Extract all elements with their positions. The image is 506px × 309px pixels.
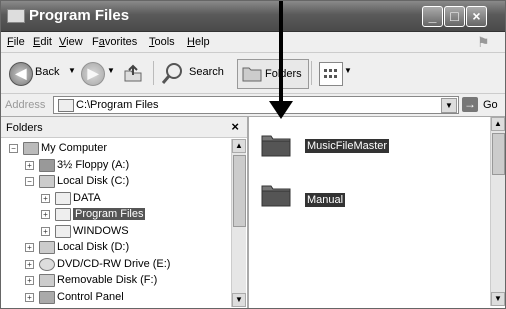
- scroll-up-icon[interactable]: ▲: [491, 117, 505, 131]
- tree-item[interactable]: + Removable Disk (F:): [1, 273, 229, 289]
- tree-item[interactable]: + Program Files: [1, 207, 229, 223]
- back-dropdown-icon[interactable]: ▼: [68, 66, 76, 75]
- tree-item[interactable]: +3½ Floppy (A:): [1, 158, 229, 174]
- folder-icon: [7, 9, 25, 23]
- windows-logo-icon: ⚑: [477, 34, 490, 50]
- floppy-icon: [39, 158, 55, 172]
- scroll-down-icon[interactable]: ▼: [491, 292, 505, 306]
- expand-icon[interactable]: +: [41, 226, 50, 236]
- scroll-thumb[interactable]: [492, 133, 505, 175]
- menu-bar: File Edit View Favorites Tools Help ⚑: [1, 32, 505, 53]
- folder-item-musicfilemaster[interactable]: MusicFileMaster: [305, 139, 390, 153]
- folder-icon[interactable]: [261, 131, 291, 157]
- expand-icon[interactable]: +: [41, 210, 50, 219]
- control-panel-icon: [39, 290, 55, 304]
- tree-item[interactable]: − My Computer: [1, 141, 229, 157]
- folders-scrollbar[interactable]: ▲ ▼: [231, 139, 246, 307]
- address-bar: Address C:\Program Files ▼ → Go: [1, 94, 505, 117]
- folder-icon[interactable]: [261, 181, 291, 207]
- address-label: Address: [5, 99, 46, 111]
- folders-pane-title: Folders: [6, 122, 43, 134]
- computer-icon: [23, 142, 39, 155]
- annotation-arrow-shaft: [279, 1, 283, 106]
- tree-item-label: Removable Disk (F:): [57, 274, 158, 286]
- folder-icon: [55, 224, 71, 238]
- scroll-down-icon[interactable]: ▼: [232, 293, 246, 307]
- tree-item[interactable]: + Local Disk (D:): [1, 240, 229, 256]
- up-folder-icon[interactable]: [123, 63, 143, 83]
- tree-item-label: DVD/CD-RW Drive (E:): [57, 257, 171, 270]
- tree-item-label: Local Disk (D:): [57, 241, 130, 253]
- views-dropdown-icon[interactable]: ▼: [344, 66, 352, 75]
- expand-icon[interactable]: +: [25, 276, 34, 285]
- close-icon[interactable]: ×: [231, 119, 239, 134]
- forward-arrow-icon[interactable]: ▶: [81, 62, 105, 86]
- minimize-button[interactable]: _: [422, 6, 443, 27]
- scroll-thumb[interactable]: [233, 155, 246, 227]
- tree-item-label: Program Files: [73, 208, 146, 220]
- tree-item-label: DATA: [73, 191, 101, 204]
- tree-item[interactable]: − Local Disk (C:): [1, 174, 229, 190]
- back-button[interactable]: Back: [35, 66, 59, 78]
- folders-pane-header: Folders ×: [1, 117, 247, 138]
- folder-icon: [55, 208, 71, 221]
- tree-item-label: My Computer: [41, 142, 108, 154]
- menu-favorites[interactable]: Favorites: [92, 36, 137, 48]
- expand-icon[interactable]: +: [25, 243, 34, 252]
- folder-icon: [55, 191, 71, 205]
- back-arrow-icon[interactable]: ◀: [9, 62, 33, 86]
- menu-view[interactable]: View: [59, 36, 83, 48]
- expand-icon[interactable]: +: [25, 292, 34, 302]
- collapse-icon[interactable]: −: [9, 144, 18, 153]
- folders-icon: [242, 67, 262, 82]
- go-arrow-icon[interactable]: →: [462, 97, 478, 112]
- expand-icon[interactable]: +: [41, 193, 50, 203]
- toolbar-separator: [153, 61, 154, 85]
- tree-item[interactable]: + Control Panel: [1, 290, 229, 306]
- menu-file[interactable]: File: [7, 36, 25, 48]
- tree-item-label: 3½ Floppy (A:): [57, 158, 130, 171]
- menu-edit[interactable]: Edit: [33, 36, 52, 48]
- menu-help[interactable]: Help: [187, 36, 210, 48]
- title-bar[interactable]: Program Files _ □ ×: [1, 1, 505, 32]
- search-button[interactable]: Search: [189, 66, 224, 78]
- menu-tools[interactable]: Tools: [149, 36, 175, 48]
- disk-icon: [39, 241, 55, 254]
- tree-item[interactable]: + WINDOWS: [1, 224, 229, 240]
- address-dropdown-icon[interactable]: ▼: [441, 98, 457, 113]
- tree-item-label: Local Disk (C:): [57, 175, 130, 187]
- close-button[interactable]: ×: [466, 6, 487, 27]
- expand-icon[interactable]: +: [25, 160, 34, 170]
- annotation-arrow-icon: [269, 101, 293, 119]
- tree-item[interactable]: + DATA: [1, 191, 229, 207]
- folders-pane: Folders × − My Computer +3½ Floppy (A:) − Lo…: [1, 117, 249, 308]
- window-title: Program Files: [29, 7, 130, 24]
- forward-dropdown-icon[interactable]: ▼: [107, 66, 115, 75]
- views-icon[interactable]: [319, 62, 343, 86]
- toolbar-separator: [311, 61, 312, 85]
- address-value: C:\Program Files: [76, 99, 159, 111]
- cd-icon: [39, 257, 55, 271]
- folder-icon: [58, 99, 74, 112]
- toolbar: ◀ Back ▼ ▶ ▼ Search Folders ▼: [1, 53, 505, 94]
- address-input[interactable]: C:\Program Files ▼: [53, 96, 459, 114]
- go-button[interactable]: Go: [483, 99, 498, 111]
- explorer-window: Program Files _ □ × File Edit View Favor…: [0, 0, 506, 309]
- disk-icon: [39, 175, 55, 188]
- folders-button[interactable]: Folders: [237, 59, 309, 89]
- folders-label: Folders: [265, 68, 302, 80]
- scroll-up-icon[interactable]: ▲: [232, 139, 246, 153]
- expand-icon[interactable]: +: [25, 259, 34, 269]
- tree-item[interactable]: + DVD/CD-RW Drive (E:): [1, 257, 229, 273]
- folder-item-manual[interactable]: Manual: [305, 193, 346, 207]
- contents-pane: MusicFileMaster Manual ▲ ▼: [249, 117, 505, 308]
- collapse-icon[interactable]: −: [25, 177, 34, 186]
- contents-scrollbar[interactable]: ▲ ▼: [490, 117, 505, 306]
- disk-icon: [39, 274, 55, 287]
- tree-item-label: Control Panel: [57, 290, 124, 303]
- maximize-button[interactable]: □: [444, 6, 465, 27]
- tree-item-label: WINDOWS: [73, 224, 129, 237]
- search-icon[interactable]: [161, 61, 185, 85]
